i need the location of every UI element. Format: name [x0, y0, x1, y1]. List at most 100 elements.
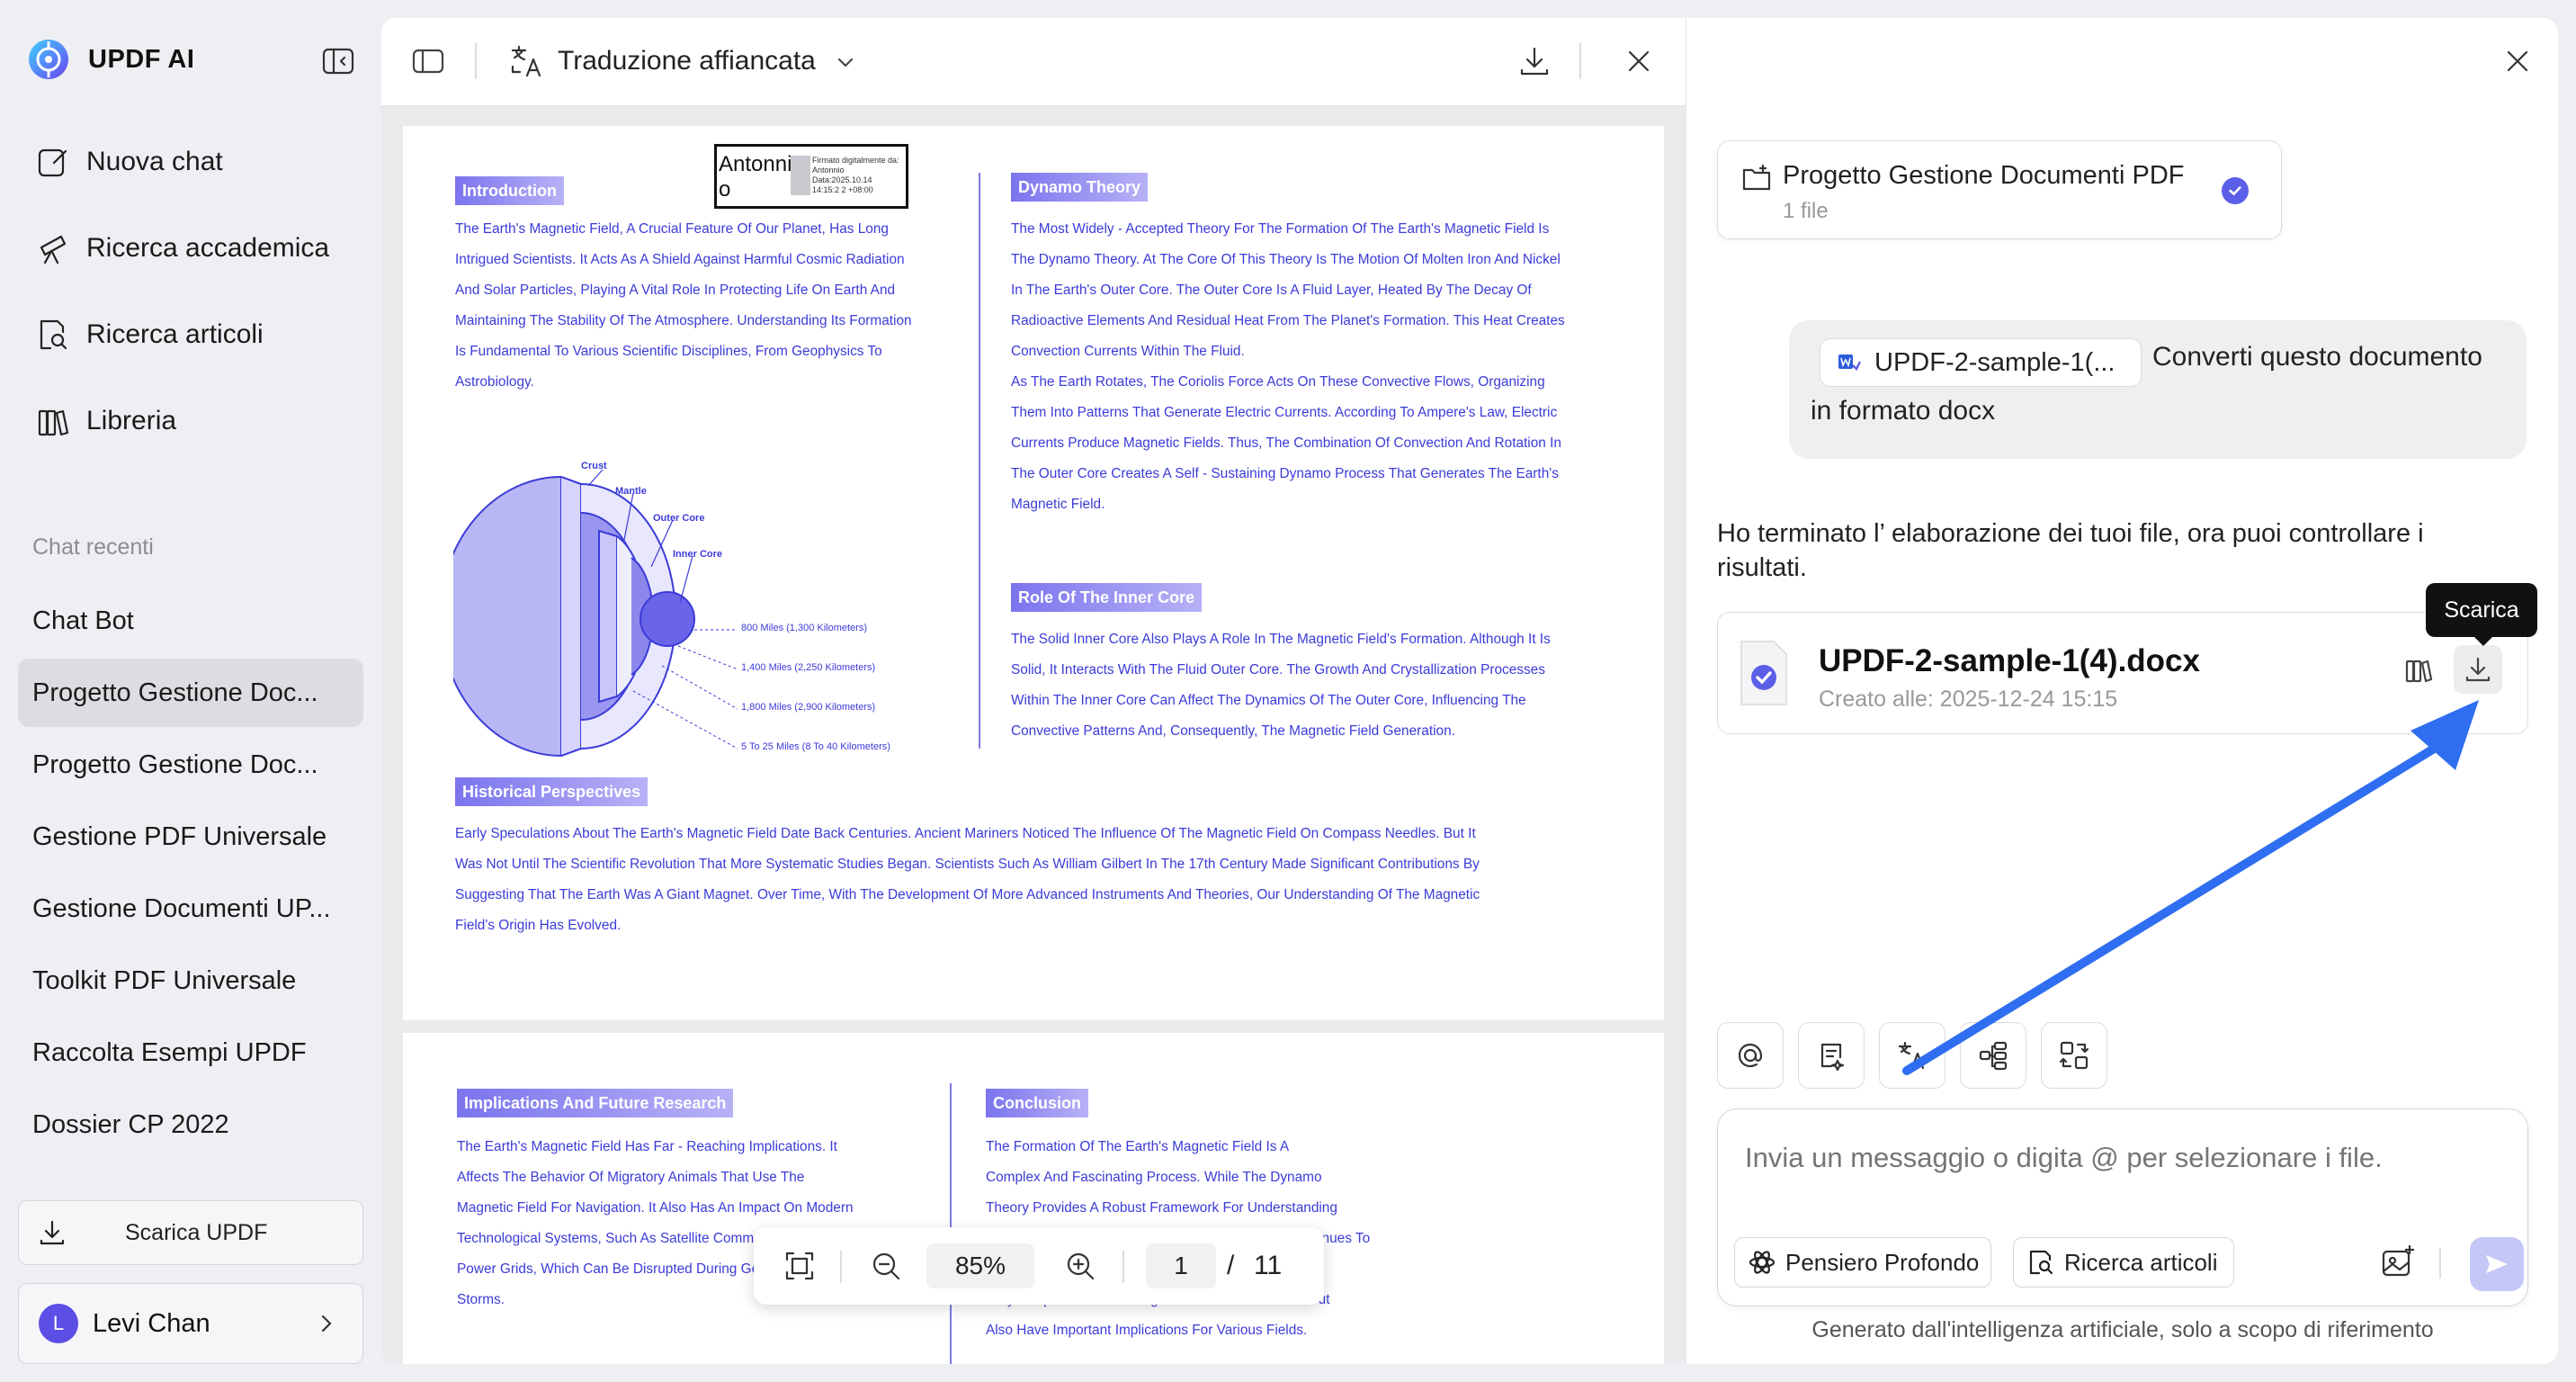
zoom-out-icon[interactable] — [869, 1249, 903, 1283]
deep-thinking-toggle[interactable]: Pensiero Profondo — [1734, 1237, 1991, 1288]
text-line: The Most Widely - Accepted Theory For Th… — [1011, 221, 1550, 237]
sidebar-collapse-icon[interactable] — [320, 43, 356, 79]
recent-chat-item[interactable]: Gestione Documenti UP... — [18, 875, 363, 943]
download-updf-button[interactable]: Scarica UPDF — [18, 1200, 363, 1265]
nav-new-chat[interactable]: Nuova chat — [18, 130, 363, 194]
user-message-text: Converti questo documento — [2152, 342, 2482, 372]
updf-logo-icon — [27, 38, 70, 81]
signature-details: Firmato digitalmente da: Antonnio Data:2… — [791, 156, 900, 195]
earth-layers-diagram — [453, 469, 738, 758]
download-icon[interactable] — [1516, 43, 1552, 79]
signature-stamp: Antonni o Firmato digitalmente da: Anton… — [714, 144, 908, 209]
image-upload-icon[interactable] — [2380, 1244, 2416, 1280]
diagram-label: Inner Core — [673, 549, 723, 560]
zoom-divider — [840, 1251, 842, 1283]
project-title: Progetto Gestione Documenti PDF — [1783, 161, 2185, 190]
user-name: Levi Chan — [93, 1308, 210, 1338]
section-title: Implications And Future Research — [457, 1089, 734, 1117]
fit-page-icon[interactable] — [783, 1249, 817, 1283]
text-line: Was Not Until The Scientific Revolution … — [455, 857, 1480, 872]
text-line: Intrigued Scientists. It Acts As A Shiel… — [455, 252, 905, 267]
column-divider — [979, 173, 980, 749]
download-icon — [2463, 654, 2493, 685]
ai-message: Ho terminato l’ elaborazione dei tuoi fi… — [1717, 519, 2424, 582]
zoom-toolbar: 85% 1 / 11 — [754, 1227, 1324, 1305]
text-line: The Earth's Magnetic Field Has Far - Rea… — [457, 1139, 837, 1154]
deep-thinking-label: Pensiero Profondo — [1785, 1248, 1980, 1276]
chat-input[interactable] — [1745, 1142, 2500, 1174]
result-file-card[interactable]: UPDF-2-sample-1(4).docx Creato alle: 202… — [1717, 612, 2528, 734]
text-line: Currents Produce Magnetic Fields. Thus, … — [1011, 435, 1561, 451]
close-icon[interactable] — [2501, 45, 2534, 77]
diagram-depth: 800 Miles (1,300 Kilometers) — [741, 623, 868, 633]
nav-label: Libreria — [86, 406, 177, 435]
section-title: Introduction — [455, 176, 564, 205]
translation-mode-select[interactable]: Traduzione affiancata — [558, 43, 816, 79]
recent-chat-item[interactable]: Progetto Gestione Doc... — [18, 659, 363, 727]
attached-file-chip[interactable]: UPDF-2-sample-1(... — [1820, 338, 2142, 387]
text-line: Convection Currents Within The Fluid. — [1011, 344, 1245, 359]
nav-label: Ricerca articoli — [86, 319, 264, 349]
document-panel: Traduzione affiancata Antonni o Firmato … — [381, 18, 1686, 1364]
convert-icon — [2058, 1039, 2090, 1072]
toolbar-divider — [1579, 43, 1581, 79]
zoom-in-icon[interactable] — [1063, 1249, 1097, 1283]
mindmap-button[interactable] — [1960, 1022, 2026, 1089]
diagram-label: Outer Core — [653, 513, 705, 524]
edit-icon — [36, 145, 70, 179]
docx-file-icon — [1736, 638, 1792, 708]
chevron-down-icon[interactable] — [833, 50, 858, 76]
article-search-toggle[interactable]: Ricerca articoli — [2013, 1237, 2234, 1288]
recent-chat-item[interactable]: Toolkit PDF Universale — [18, 947, 363, 1015]
page-number-input[interactable]: 1 — [1146, 1243, 1216, 1288]
summarize-button[interactable] — [1798, 1022, 1865, 1089]
nav-academic-search[interactable]: Ricerca accademica — [18, 216, 363, 281]
signature-details-text: Firmato digitalmente da: Antonnio Data:2… — [812, 156, 899, 194]
diagram-label: Mantle — [615, 486, 647, 497]
text-line: The Earth's Magnetic Field, A Crucial Fe… — [455, 221, 889, 237]
nav-library[interactable]: Libreria — [18, 389, 363, 453]
diagram-depth: 1,800 Miles (2,900 Kilometers) — [741, 702, 876, 713]
text-line: Maintaining The Stability Of The Atmosph… — [455, 313, 912, 328]
recent-chat-item[interactable]: Gestione PDF Universale — [18, 803, 363, 871]
download-result-button[interactable] — [2454, 645, 2502, 694]
result-file-name: UPDF-2-sample-1(4).docx — [1819, 643, 2200, 678]
article-search-label: Ricerca articoli — [2064, 1248, 2218, 1276]
text-line: Field's Origin Has Evolved. — [455, 918, 622, 933]
close-icon[interactable] — [1623, 45, 1655, 77]
recent-chat-item[interactable]: Chat Bot — [18, 587, 363, 655]
text-line: Magnetic Field For Navigation. It Also H… — [457, 1200, 854, 1216]
search-doc-icon — [36, 318, 70, 352]
recent-chat-item[interactable]: Raccolta Esempi UPDF — [18, 1019, 363, 1087]
translate-button[interactable] — [1879, 1022, 1945, 1089]
download-updf-label: Scarica UPDF — [125, 1219, 268, 1245]
document-toolbar: Traduzione affiancata — [381, 18, 1686, 106]
panel-toggle-icon[interactable] — [410, 43, 446, 79]
text-line: As The Earth Rotates, The Coriolis Force… — [1011, 374, 1545, 390]
recent-chat-item[interactable]: Progetto Gestione Doc... — [18, 731, 363, 799]
signature-name: Antonni o — [719, 152, 792, 202]
word-file-icon — [1835, 349, 1862, 376]
toolbar-divider — [475, 43, 477, 79]
chevron-right-icon — [314, 1311, 339, 1336]
mindmap-icon — [1977, 1039, 2009, 1072]
open-in-library-button[interactable] — [2394, 645, 2443, 694]
intro-paragraph: The Earth's Magnetic Field, A Crucial Fe… — [455, 214, 959, 398]
user-profile[interactable]: L Levi Chan — [18, 1283, 363, 1364]
mention-button[interactable] — [1717, 1022, 1784, 1089]
nav-article-search[interactable]: Ricerca articoli — [18, 302, 363, 367]
recent-chat-item[interactable]: Dossier CP 2022 — [18, 1090, 363, 1159]
section-title: Role Of The Inner Core — [1011, 583, 1203, 612]
text-line: Solid, It Interacts With The Fluid Outer… — [1011, 662, 1545, 678]
inner-core-paragraph: The Solid Inner Core Also Plays A Role I… — [1011, 624, 1641, 747]
download-tooltip: Scarica — [2426, 583, 2537, 646]
project-card[interactable]: Progetto Gestione Documenti PDF 1 file — [1717, 140, 2282, 239]
dynamo-paragraph: The Most Widely - Accepted Theory For Th… — [1011, 214, 1641, 520]
send-button[interactable] — [2470, 1237, 2524, 1291]
text-line: In The Earth's Outer Core. The Outer Cor… — [1011, 283, 1532, 298]
text-line: Radioactive Elements And Residual Heat F… — [1011, 313, 1565, 328]
text-line: Complex And Fascinating Process. While T… — [986, 1170, 1322, 1185]
zoom-level[interactable]: 85% — [926, 1243, 1034, 1288]
convert-button[interactable] — [2041, 1022, 2107, 1089]
text-line: Within The Inner Core Can Affect The Dyn… — [1011, 693, 1526, 708]
